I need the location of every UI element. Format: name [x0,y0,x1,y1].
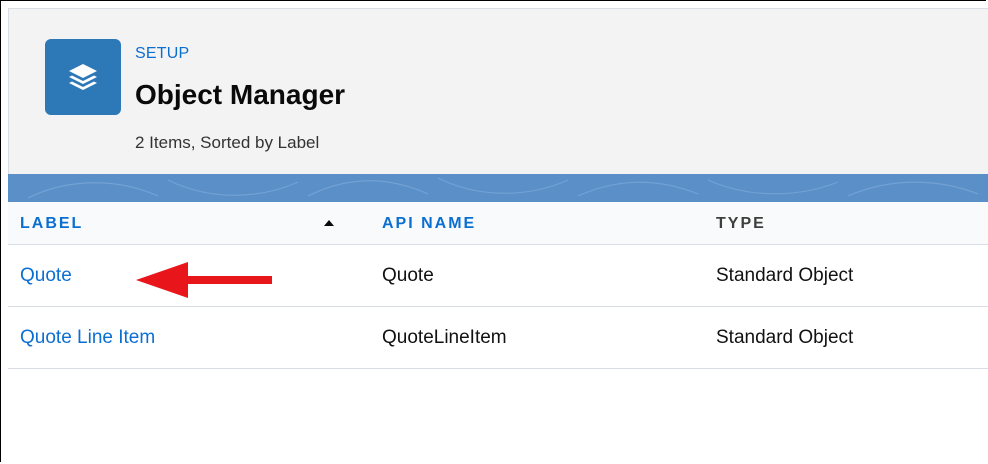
column-header-label[interactable]: LABEL [20,215,83,233]
page-title: Object Manager [135,79,346,110]
api-name-cell: Quote [382,265,434,286]
type-cell: Standard Object [716,265,854,286]
column-header-api-name[interactable]: API NAME [382,215,476,233]
type-cell: Standard Object [716,327,854,348]
page-header: SETUP Object Manager 2 Items, Sorted by … [8,8,988,174]
column-header-type[interactable]: TYPE [716,215,766,233]
object-label-link[interactable]: Quote [20,265,72,287]
decorative-banner [8,174,988,202]
object-label-link[interactable]: Quote Line Item [20,327,155,349]
object-manager-app-icon [45,39,121,115]
breadcrumb[interactable]: SETUP [135,45,189,63]
table-row: Quote Line Item QuoteLineItem Standard O… [8,307,988,369]
left-arrow-icon [136,262,272,298]
sort-ascending-icon[interactable] [324,220,334,226]
layers-icon [69,64,97,90]
api-name-cell: QuoteLineItem [382,327,507,348]
item-count-text: 2 Items, Sorted by Label [135,133,320,152]
table-header-row: LABEL API NAME TYPE [8,202,988,245]
